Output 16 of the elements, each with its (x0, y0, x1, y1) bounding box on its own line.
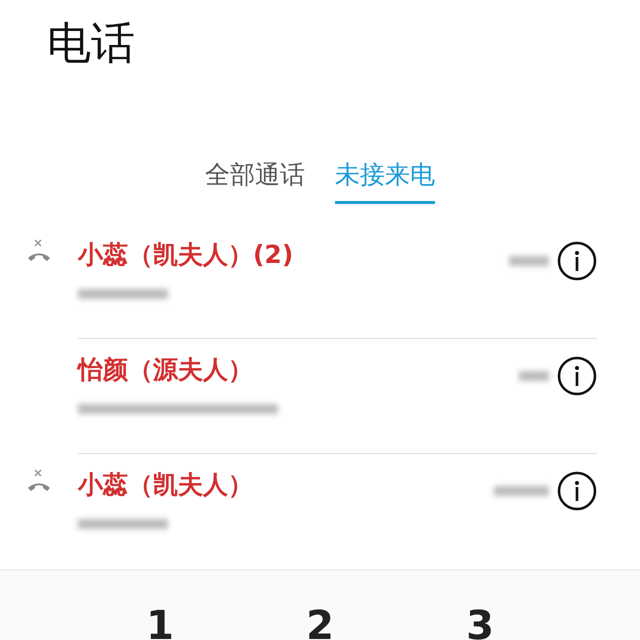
info-icon[interactable] (557, 356, 597, 396)
missed-call-icon (26, 238, 52, 264)
dial-key[interactable]: 2 (306, 604, 334, 640)
contact-name[interactable]: 小蕊（凯夫人）(2) (78, 238, 294, 271)
info-icon[interactable] (557, 471, 597, 511)
blurred-text (494, 486, 549, 496)
contact-name[interactable]: 小蕊（凯夫人） (78, 468, 253, 501)
dial-key[interactable]: 1 (146, 604, 174, 640)
info-icon[interactable] (557, 241, 597, 281)
tab[interactable]: 全部通话 (205, 158, 305, 204)
contact-name[interactable]: 怡颜（源夫人） (78, 353, 253, 386)
dial-key[interactable]: 3 (466, 604, 494, 640)
missed-call-icon (26, 468, 52, 494)
blurred-text (509, 256, 549, 266)
blurred-text (519, 371, 549, 381)
page-title: 电话 (47, 17, 136, 71)
